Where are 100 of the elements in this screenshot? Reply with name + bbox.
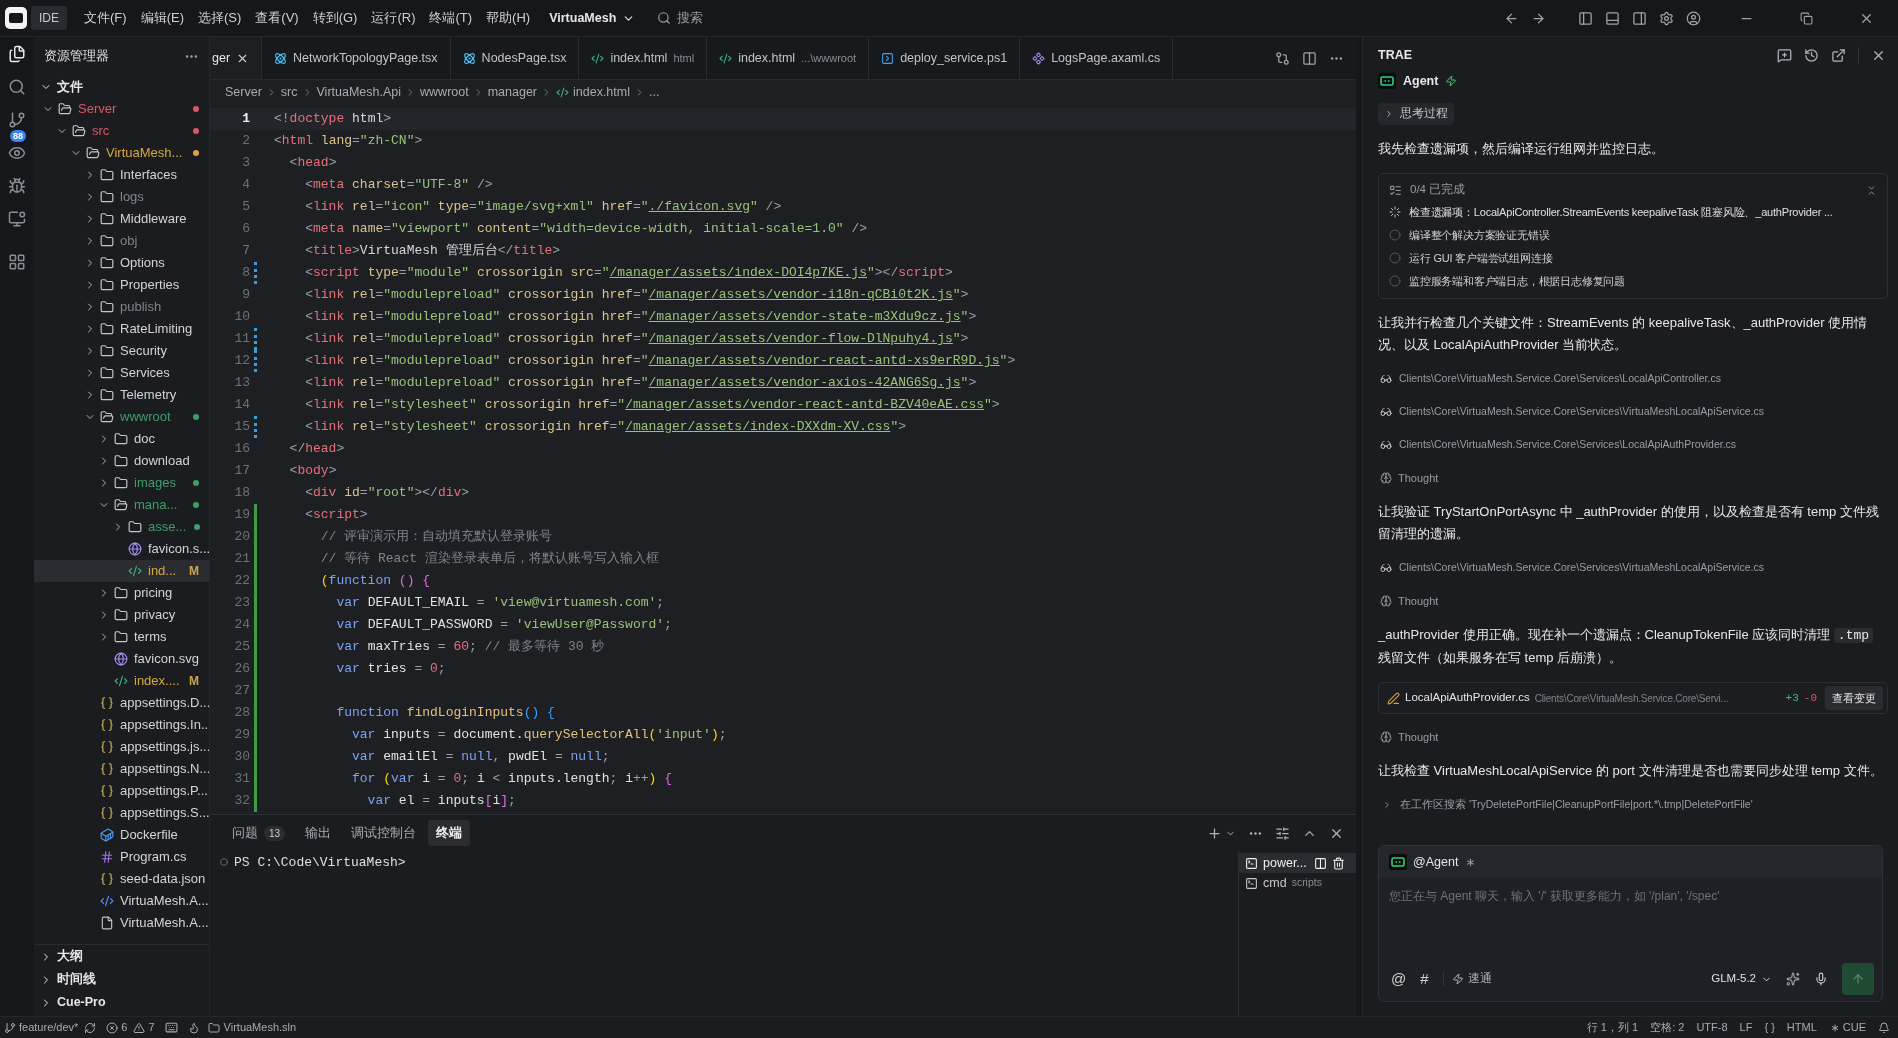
file-item[interactable]: Dockerfile (34, 824, 209, 846)
folder-item[interactable]: logs (34, 186, 209, 208)
thought-label[interactable]: Thought (1398, 469, 1439, 487)
folder-item[interactable]: wwwroot (34, 406, 209, 428)
microphone-icon[interactable] (1814, 972, 1828, 986)
mention-button[interactable]: @ (1391, 967, 1407, 991)
folder-item[interactable]: privacy (34, 604, 209, 626)
status-item[interactable]: { } (1764, 1019, 1775, 1036)
file-item[interactable]: appsettings.P... (34, 780, 209, 802)
section-header[interactable]: 时间线 (34, 968, 209, 991)
folder-item[interactable]: src (34, 120, 209, 142)
project-switcher[interactable]: VirtuaMesh (549, 8, 636, 28)
speed-mode-button[interactable]: 速通 (1451, 970, 1492, 988)
account-icon[interactable] (1686, 10, 1701, 26)
view-changes-button[interactable]: 查看变更 (1825, 686, 1883, 710)
forward-arrow-icon[interactable] (1531, 10, 1546, 26)
notification-bell-icon[interactable] (1878, 1021, 1890, 1034)
explorer-icon[interactable] (8, 45, 26, 63)
file-path-link[interactable]: Clients\Core\VirtuaMesh.Service.Core\Services\VirtuaMeshLocalApiService.cs (1399, 404, 1764, 420)
file-path-link[interactable]: Clients\Core\VirtuaMesh.Service.Core\Services\LocalApiController.cs (1399, 371, 1721, 387)
menu-item[interactable]: 文件(F) (77, 8, 134, 28)
menu-item[interactable]: 运行(R) (364, 8, 423, 28)
file-path-link[interactable]: Clients\Core\VirtuaMesh.Service.Core\Services\VirtuaMeshLocalApiService.cs (1399, 560, 1764, 576)
status-item[interactable]: LF (1739, 1019, 1753, 1036)
menu-item[interactable]: 编辑(E) (133, 8, 191, 28)
menu-item[interactable]: 选择(S) (190, 8, 249, 28)
folder-item[interactable]: asse... (34, 516, 209, 538)
breadcrumb-item[interactable]: Server (225, 82, 262, 102)
back-arrow-icon[interactable] (1504, 10, 1519, 26)
compare-icon[interactable] (1275, 50, 1290, 66)
folder-item[interactable]: doc (34, 428, 209, 450)
folder-item[interactable]: Options (34, 252, 209, 274)
model-selector[interactable]: GLM-5.2 (1711, 970, 1772, 988)
toggle-right-panel-icon[interactable] (1632, 10, 1647, 26)
menu-item[interactable]: 转到(G) (305, 8, 365, 28)
file-item[interactable]: VirtuaMesh.A... (34, 912, 209, 934)
file-name[interactable]: LocalApiAuthProvider.cs (1405, 689, 1530, 707)
status-item[interactable]: UTF-8 (1696, 1019, 1728, 1036)
editor-tab[interactable]: ger (210, 37, 263, 79)
keyboard-icon[interactable] (164, 1021, 178, 1034)
folder-item[interactable]: Security (34, 340, 209, 362)
cue-status-item[interactable]: CUE (1828, 1019, 1866, 1036)
breadcrumb-item[interactable]: wwwroot (420, 82, 469, 102)
panel-tab[interactable]: 输出 (297, 820, 340, 846)
thought-label[interactable]: Thought (1398, 728, 1439, 746)
problems-indicator[interactable]: 6 7 (106, 1019, 155, 1036)
chat-input-field[interactable]: @Agent 您正在与 Agent 聊天，输入 '/' 获取更多能力，如 '/plan', '/spec' @ # 速通 GLM-5.2 (1378, 845, 1883, 1002)
folder-item[interactable]: images (34, 472, 209, 494)
section-header[interactable]: 大纲 (34, 945, 209, 968)
status-item[interactable]: 空格: 2 (1650, 1019, 1685, 1036)
trash-icon[interactable] (1331, 856, 1345, 870)
chevron-right-icon[interactable] (1382, 800, 1392, 810)
folder-item[interactable]: Middleware (34, 208, 209, 230)
editor-tab[interactable]: LogsPage.axaml.cs (1020, 37, 1174, 79)
sparkle-icon[interactable] (1786, 972, 1800, 986)
section-header[interactable]: Cue-Pro (34, 991, 209, 1014)
thought-label[interactable]: Thought (1398, 592, 1439, 610)
folder-item[interactable]: Properties (34, 274, 209, 296)
branch-indicator[interactable]: feature/dev* (4, 1019, 79, 1036)
folder-item[interactable]: terms (34, 626, 209, 648)
breadcrumb-item[interactable]: index.html (573, 82, 630, 102)
workspace-indicator[interactable]: VirtuaMesh.sln (207, 1019, 297, 1036)
new-terminal-icon[interactable] (1207, 825, 1222, 841)
source-control-icon[interactable] (8, 111, 26, 129)
panel-tab[interactable]: 终端 (428, 820, 471, 846)
sync-icon[interactable] (84, 1021, 97, 1034)
folder-item[interactable]: Services (34, 362, 209, 384)
panel-tab[interactable]: 问题 13 (224, 820, 294, 846)
breadcrumb-item[interactable]: src (280, 82, 298, 102)
toggle-panel-icon[interactable] (1605, 10, 1620, 26)
editor-tab[interactable]: NetworkTopologyPage.tsx (262, 37, 451, 79)
file-item[interactable]: VirtuaMesh.A... (34, 890, 209, 912)
panel-tab[interactable]: 调试控制台 (343, 820, 425, 846)
terminal-list-item[interactable]: power... (1239, 853, 1356, 873)
file-item[interactable]: appsettings.In... (34, 714, 209, 736)
extensions-grid-icon[interactable] (8, 253, 26, 271)
collapse-icon[interactable] (1866, 184, 1877, 196)
eye-icon[interactable] (8, 144, 26, 162)
status-item[interactable]: HTML (1786, 1019, 1817, 1036)
file-item[interactable]: index.... M (34, 670, 209, 692)
folder-item[interactable]: pricing (34, 582, 209, 604)
folder-item[interactable]: RateLimiting (34, 318, 209, 340)
file-item[interactable]: appsettings.js... (34, 736, 209, 758)
folder-item[interactable]: mana... (34, 494, 209, 516)
breadcrumb-item[interactable]: ... (649, 82, 660, 102)
editor-tab[interactable]: index.html ...\wwwroot (707, 37, 870, 79)
folder-item[interactable]: Interfaces (34, 164, 209, 186)
toggle-sidebar-icon[interactable] (1578, 10, 1593, 26)
folder-item[interactable]: download (34, 450, 209, 472)
file-item[interactable]: favicon.svg (34, 648, 209, 670)
restore-icon[interactable] (1800, 11, 1813, 25)
status-item[interactable]: 行 1，列 1 (1586, 1019, 1639, 1036)
file-item[interactable]: ind... M (34, 560, 209, 582)
breadcrumb-item[interactable]: manager (487, 82, 537, 102)
file-item[interactable]: seed-data.json (34, 868, 209, 890)
flame-icon[interactable] (187, 1021, 200, 1034)
new-chat-icon[interactable] (1777, 47, 1792, 63)
file-item[interactable]: favicon.s... (34, 538, 209, 560)
menu-item[interactable]: 帮助(H) (479, 8, 538, 28)
split-terminal-icon[interactable] (1313, 856, 1327, 870)
